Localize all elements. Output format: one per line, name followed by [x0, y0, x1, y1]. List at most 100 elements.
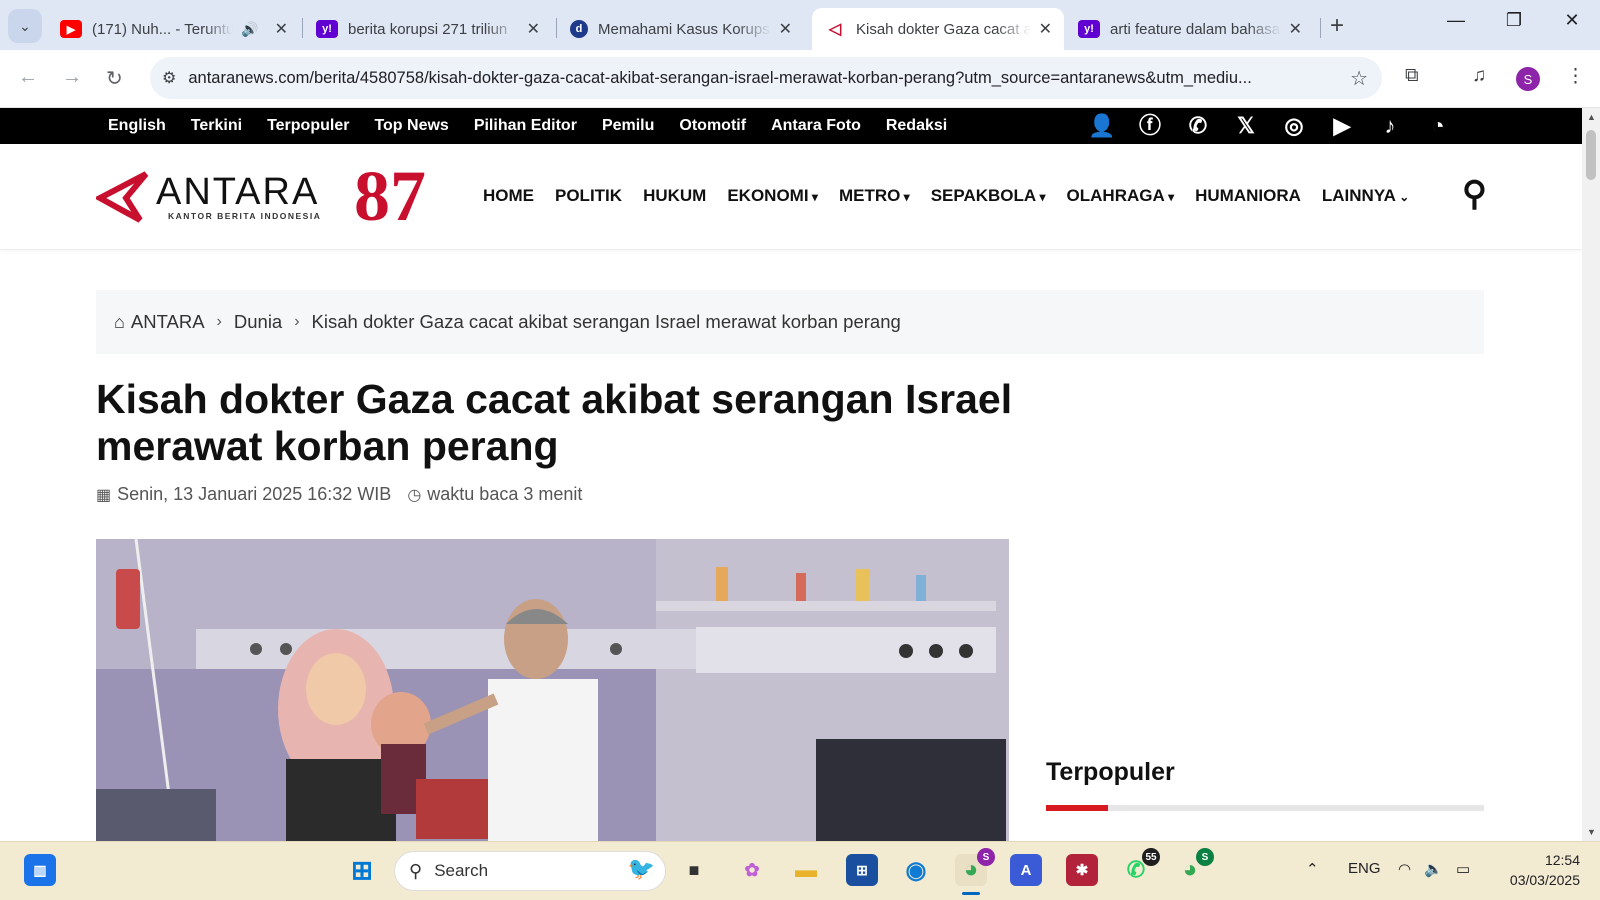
top-link-terkini[interactable]: Terkini: [191, 117, 242, 135]
browser-menu-icon[interactable]: ⋮: [1566, 65, 1585, 88]
close-icon[interactable]: ✕: [1289, 19, 1302, 39]
top-link-otomotif[interactable]: Otomotif: [679, 117, 746, 135]
nav-humaniora[interactable]: HUMANIORA: [1195, 186, 1301, 206]
top-link-antara-foto[interactable]: Antara Foto: [771, 117, 861, 135]
tab-antara-active[interactable]: ◁ Kisah dokter Gaza cacat akibat ✕: [812, 8, 1064, 50]
speaker-icon[interactable]: 🔊: [241, 21, 258, 38]
taskbar-search-box[interactable]: ⚲ Search 🐦: [394, 851, 666, 891]
breadcrumb-home[interactable]: ANTARA: [131, 311, 205, 333]
nav-hukum[interactable]: HUKUM: [643, 186, 706, 206]
site-settings-icon[interactable]: ⚙: [162, 68, 176, 88]
wifi-icon[interactable]: ◠: [1398, 860, 1411, 878]
article-photo[interactable]: [96, 539, 1009, 841]
tab-yahoo-korupsi[interactable]: y! berita korupsi 271 triliun ✕: [304, 8, 552, 50]
system-clock[interactable]: 12:54 03/03/2025: [1490, 850, 1580, 890]
close-icon[interactable]: ✕: [275, 19, 288, 39]
whatsapp-icon[interactable]: ✆: [1184, 112, 1212, 140]
tab-title: arti feature dalam bahasa: [1110, 20, 1281, 38]
tab-detik[interactable]: d Memahami Kasus Korupsi ✕: [558, 8, 804, 50]
extensions-puzzle-icon[interactable]: ⧉: [1405, 65, 1419, 87]
home-icon[interactable]: ⌂: [114, 312, 125, 333]
antara-logo[interactable]: ANTARA KANTOR BERITA INDONESIA: [96, 170, 321, 224]
breadcrumb-section[interactable]: Dunia: [234, 311, 282, 333]
antara-logo-mark-icon: [96, 171, 149, 223]
tab-youtube[interactable]: ▶ (171) Nuh... - Teruntuk 🔊 ✕: [48, 8, 300, 50]
chevron-up-icon[interactable]: ⌃: [1306, 860, 1319, 878]
mendeley-icon[interactable]: ✱: [1066, 854, 1098, 886]
address-bar[interactable]: ⚙ antaranews.com/berita/4580758/kisah-do…: [150, 57, 1382, 99]
widgets-icon[interactable]: ▥: [24, 854, 56, 886]
page-scrollbar[interactable]: ▲ ▼: [1582, 108, 1600, 841]
scrollbar-thumb[interactable]: [1586, 130, 1596, 180]
nav-home[interactable]: HOME: [483, 186, 534, 206]
top-link-redaksi[interactable]: Redaksi: [886, 117, 947, 135]
tab-search-button[interactable]: ⌄: [8, 9, 42, 43]
nav-label: SEPAKBOLA: [930, 186, 1037, 205]
social-icons: 👤 ⓕ ✆ 𝕏 ◎ ▶ ♪ ◔: [1088, 112, 1452, 140]
minimize-icon[interactable]: —: [1436, 10, 1476, 31]
breadcrumb-current: Kisah dokter Gaza cacat akibat serangan …: [311, 311, 901, 332]
copilot-icon[interactable]: ✿: [736, 854, 768, 886]
popular-heading: Terpopuler: [1046, 758, 1175, 786]
battery-icon[interactable]: ▭: [1456, 860, 1470, 878]
top-link-bar: English Terkini Terpopuler Top News Pilihan …: [0, 108, 1582, 144]
youtube-icon[interactable]: ▶: [1328, 112, 1356, 140]
nav-lainnya[interactable]: LAINNYA ⌄: [1322, 186, 1409, 206]
tiktok-icon[interactable]: ♪: [1376, 112, 1404, 140]
nav-politik[interactable]: POLITIK: [555, 186, 622, 206]
forward-arrow-icon[interactable]: →: [62, 66, 82, 89]
restore-icon[interactable]: ❐: [1494, 10, 1534, 31]
scroll-down-icon[interactable]: ▼: [1587, 827, 1596, 837]
facebook-icon[interactable]: ⓕ: [1136, 112, 1164, 140]
task-view-icon[interactable]: ■: [678, 854, 710, 886]
logo-name: ANTARA: [156, 171, 320, 213]
user-icon[interactable]: 👤: [1088, 112, 1116, 140]
close-icon[interactable]: ✕: [527, 19, 540, 39]
microsoft-store-icon[interactable]: ⊞: [846, 854, 878, 886]
taskbar-search-placeholder: Search: [434, 861, 489, 880]
top-link-top-news[interactable]: Top News: [374, 117, 448, 135]
back-arrow-icon[interactable]: ←: [18, 66, 38, 89]
windows-start-icon[interactable]: ⊞: [346, 854, 378, 886]
close-icon[interactable]: ✕: [779, 19, 792, 39]
nav-metro[interactable]: METRO ▾: [839, 186, 910, 206]
publish-date: Senin, 13 Januari 2025 16:32 WIB: [117, 484, 392, 504]
rss-icon[interactable]: ◔: [1424, 112, 1452, 140]
instagram-icon[interactable]: ◎: [1280, 112, 1308, 140]
file-explorer-icon[interactable]: ▬: [790, 854, 822, 886]
window-close-icon[interactable]: ✕: [1552, 10, 1592, 31]
whatsapp-icon[interactable]: ✆ 55: [1120, 848, 1160, 886]
top-link-pemilu[interactable]: Pemilu: [602, 117, 654, 135]
top-link-english[interactable]: English: [108, 117, 166, 135]
top-link-pilihan-editor[interactable]: Pilihan Editor: [474, 117, 577, 135]
writer-app-icon[interactable]: A: [1010, 854, 1042, 886]
profile-avatar[interactable]: S: [1516, 67, 1540, 91]
x-icon[interactable]: 𝕏: [1232, 112, 1260, 140]
top-link-terpopuler[interactable]: Terpopuler: [267, 117, 349, 135]
tab-title: (171) Nuh... - Teruntuk: [92, 20, 234, 38]
reload-icon[interactable]: ↻: [106, 66, 123, 91]
nav-sepakbola[interactable]: SEPAKBOLA ▾: [931, 186, 1046, 206]
tab-yahoo-feature[interactable]: y! arti feature dalam bahasa ✕: [1066, 8, 1314, 50]
volume-icon[interactable]: 🔈: [1424, 860, 1443, 878]
popular-underline: [1046, 805, 1484, 811]
edge-icon[interactable]: ◉: [900, 854, 932, 886]
chrome-icon[interactable]: ◕ S: [955, 848, 995, 886]
scroll-up-icon[interactable]: ▲: [1587, 112, 1596, 122]
chrome-second-profile-icon[interactable]: ◕ S: [1174, 848, 1214, 886]
new-tab-plus-icon[interactable]: +: [1330, 12, 1344, 40]
logo-wordmark: ANTARA KANTOR BERITA INDONESIA: [156, 173, 321, 221]
bookmark-star-icon[interactable]: ☆: [1350, 66, 1368, 91]
nav-label: HOME: [483, 186, 534, 205]
nav-ekonomi[interactable]: EKONOMI ▾: [727, 186, 818, 206]
logo-subtitle: KANTOR BERITA INDONESIA: [168, 211, 322, 221]
media-control-icon[interactable]: ♫: [1472, 65, 1486, 87]
anniversary-87-logo: 87: [354, 156, 426, 236]
tab-separator: [302, 18, 303, 38]
tab-title: Memahami Kasus Korupsi: [598, 20, 771, 38]
search-icon[interactable]: ⚲: [1462, 174, 1487, 214]
language-indicator[interactable]: ENG: [1348, 860, 1381, 877]
close-icon[interactable]: ✕: [1039, 19, 1052, 39]
nav-olahraga[interactable]: OLAHRAGA ▾: [1067, 186, 1175, 206]
url-text[interactable]: antaranews.com/berita/4580758/kisah-dokt…: [188, 69, 1288, 88]
